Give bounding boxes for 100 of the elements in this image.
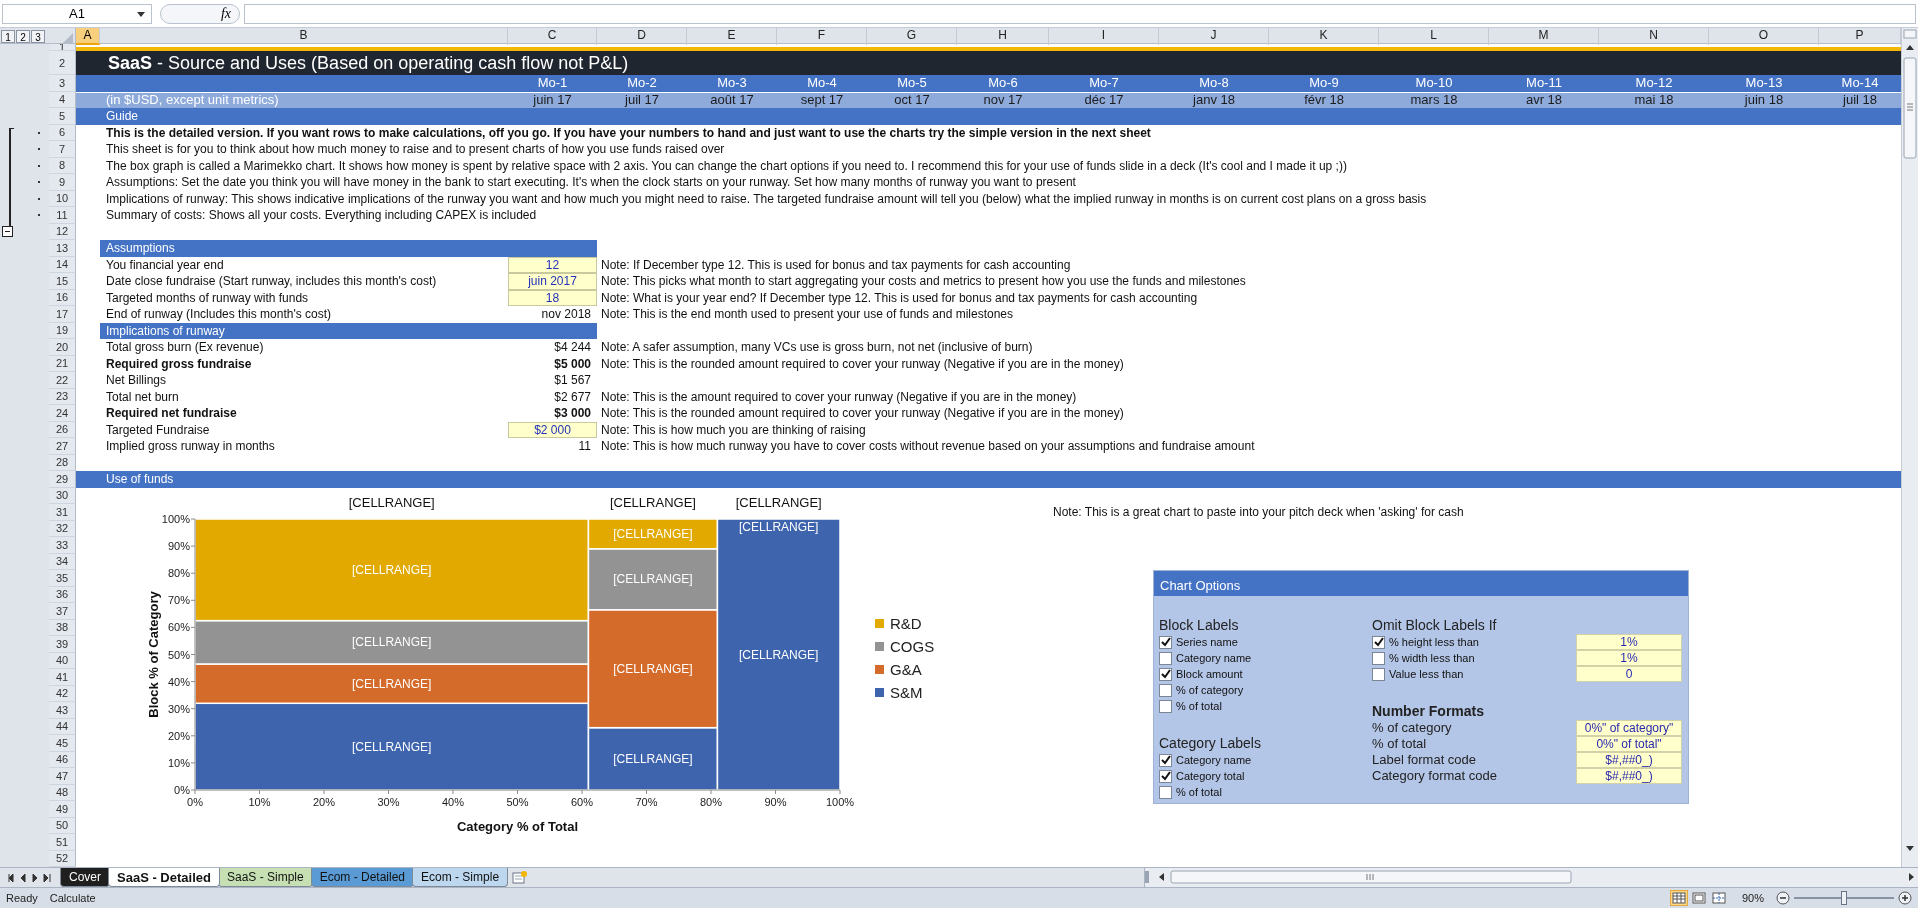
row-number[interactable]: 3 [49,75,76,92]
checkbox[interactable] [1372,667,1385,681]
row-number[interactable]: 22 [49,372,76,389]
view-button[interactable] [1709,890,1728,906]
row-number[interactable]: 11 [49,207,76,224]
date-label: déc 17 [1083,91,1125,108]
input-field[interactable]: 1% [1576,650,1682,666]
row-label: Net Billings [105,372,168,389]
sheet-tab[interactable]: Cover [60,868,110,887]
column-header[interactable]: K [1269,28,1379,45]
axis-tick-label: 40% [442,796,464,808]
row-number[interactable]: 17 [49,306,76,323]
column-header[interactable]: E [687,28,777,45]
input-field[interactable]: 0%" of category" [1576,720,1682,736]
row-number[interactable]: 9 [49,174,76,191]
value-cell-text: $2 677 [553,388,592,405]
row-number[interactable]: 33 [49,537,76,554]
section-title: Guide [105,109,139,124]
row-number[interactable]: 29 [49,471,76,488]
column-header[interactable]: I [1049,28,1159,45]
note-text: Note: This is the end month used to present your use of funds and milestones [600,306,1015,323]
column-header[interactable]: C [508,28,597,45]
column-header[interactable]: M [1489,28,1599,45]
month-label: Mo-8 [1198,75,1230,92]
formula-field[interactable] [244,3,1916,24]
axis-tick-label: 60% [571,796,593,808]
row-number[interactable]: 39 [49,636,76,653]
input-field[interactable]: juin 2017 [508,273,597,290]
checkbox[interactable] [1159,635,1172,649]
input-field[interactable]: $2 000 [508,421,597,438]
column-header[interactable]: L [1379,28,1489,45]
insert-sheet-icon[interactable] [512,870,529,885]
row-number[interactable]: 31 [49,504,76,521]
row-number[interactable]: 47 [49,768,76,785]
month-label: Mo-2 [626,75,658,92]
name-box[interactable]: A1 [2,3,152,24]
input-field[interactable]: $#,##0_) [1576,752,1682,768]
outline-level-button[interactable]: 1 [1,30,15,43]
checkbox[interactable] [1159,699,1172,713]
sheet-tab[interactable]: Ecom - Simple [412,868,509,887]
checkbox[interactable] [1159,753,1172,767]
sheet-tab[interactable]: SaaS - Simple [217,868,313,887]
row-number[interactable]: 37 [49,603,76,620]
column-header[interactable]: O [1709,28,1819,45]
option-label: Label format code [1372,752,1478,768]
row-number[interactable]: 24 [49,405,76,422]
column-header[interactable]: H [957,28,1049,45]
date-label: juil 18 [1841,91,1878,108]
collapse-button[interactable] [2,226,13,238]
legend-label: COGS [890,638,935,655]
checkbox[interactable] [1159,667,1172,681]
checkbox[interactable] [1159,785,1172,799]
row-number[interactable]: 13 [49,240,76,257]
month-label: Mo-13 [1744,75,1784,92]
row-number[interactable]: 49 [49,801,76,818]
row-number[interactable]: 15 [49,273,76,290]
zoom-level[interactable]: 90% [1741,892,1764,904]
date-label: sept 17 [799,91,845,108]
column-header[interactable]: B [100,28,508,45]
checkbox[interactable] [1159,769,1172,783]
column-header[interactable]: J [1159,28,1269,45]
row-number[interactable]: 20 [49,339,76,356]
row-number[interactable]: 45 [49,735,76,752]
input-field[interactable]: 1% [1576,634,1682,650]
column-header[interactable]: D [597,28,687,45]
column-header[interactable]: G [867,28,957,45]
outline-level-button[interactable]: 2 [16,30,30,43]
row-number[interactable]: 43 [49,702,76,719]
row-number[interactable]: 2 [49,51,76,75]
zoom-out-icon[interactable] [1776,891,1790,905]
checkbox[interactable] [1159,651,1172,665]
column-header[interactable]: N [1599,28,1709,45]
slider-thumb[interactable] [1841,891,1847,905]
block-label: [CELLRANGE] [613,751,693,766]
sheet-tab[interactable]: SaaS - Detailed [108,868,220,887]
checkbox[interactable] [1159,683,1172,697]
row-number[interactable]: 5 [49,108,76,125]
axis-tick-label: 30% [167,702,190,715]
outline-level-button[interactable]: 3 [31,30,45,43]
zoom-in-icon[interactable] [1898,891,1912,905]
row-number[interactable]: 27 [49,438,76,455]
view-button[interactable] [1669,890,1688,906]
date-label: juin 18 [1743,91,1785,108]
row-number[interactable]: 7 [49,141,76,158]
insert-function-button[interactable]: fx [160,3,240,24]
row-number[interactable]: 41 [49,669,76,686]
row-number[interactable]: 51 [49,834,76,851]
view-button[interactable] [1689,890,1708,906]
column-header[interactable]: F [777,28,867,45]
input-field[interactable]: 0%" of total" [1576,736,1682,752]
month-label: Mo-1 [536,75,569,92]
value-cell-text: $1 567 [553,372,592,389]
checkbox[interactable] [1372,635,1385,649]
input-field[interactable]: $#,##0_) [1576,768,1682,784]
input-field[interactable]: 0 [1576,666,1682,682]
block-label: [CELLRANGE] [739,647,819,662]
row-number[interactable]: 35 [49,570,76,587]
sheet-tab[interactable]: Ecom - Detailed [310,868,415,887]
column-header[interactable]: A [76,28,100,45]
checkbox[interactable] [1372,651,1385,665]
